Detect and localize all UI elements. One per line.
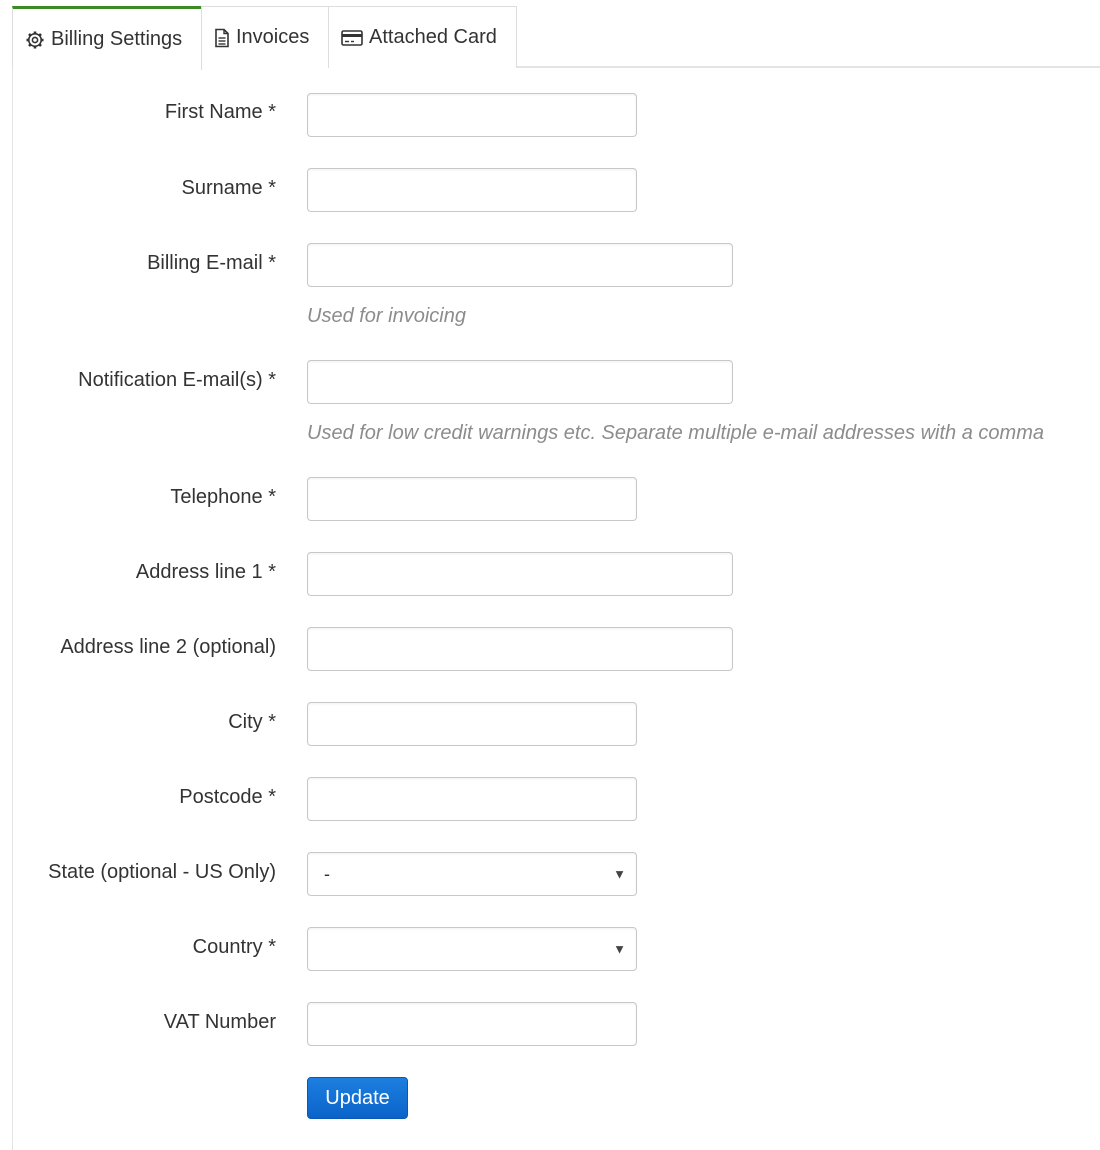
vat-number-input[interactable] [307,1002,637,1046]
telephone-input[interactable] [307,477,637,521]
state-selected-value: - [324,863,330,884]
notification-emails-help: Used for low credit warnings etc. Separa… [307,422,1044,444]
billing-email-label: Billing E-mail * [147,252,276,274]
address-line-1-input[interactable] [307,552,733,596]
postcode-label: Postcode * [179,786,276,808]
gear-icon [25,30,45,50]
address-line-1-label: Address line 1 * [135,561,276,583]
credit-card-icon [341,29,363,47]
surname-input[interactable] [307,168,637,212]
country-select[interactable]: ▼ [307,927,637,971]
tab-invoices[interactable]: Invoices [201,6,329,68]
city-input[interactable] [307,702,637,746]
notification-emails-input[interactable] [307,360,733,404]
tab-invoices-label: Invoices [236,26,310,48]
first-name-label: First Name * [164,101,276,123]
caret-down-icon: ▼ [613,941,626,957]
update-button[interactable]: Update [307,1077,408,1119]
tab-attached-card[interactable]: Attached Card [328,6,517,68]
tab-billing-settings-label: Billing Settings [51,28,183,50]
billing-email-help: Used for invoicing [307,305,466,327]
state-select[interactable]: - ▼ [307,852,637,896]
tab-attached-card-label: Attached Card [369,26,497,48]
caret-down-icon: ▼ [613,866,626,882]
first-name-input[interactable] [307,93,637,137]
tab-bar: Billing Settings Invoices Attached Card [12,6,1100,70]
country-label: Country * [192,936,276,958]
document-icon [214,28,230,48]
address-line-2-input[interactable] [307,627,733,671]
surname-label: Surname * [181,177,277,199]
billing-settings-form: First Name * Surname * Billing E-mail * … [12,68,1100,1150]
vat-number-label: VAT Number [163,1011,276,1033]
tab-billing-settings[interactable]: Billing Settings [12,6,202,70]
city-label: City * [228,711,276,733]
state-label: State (optional - US Only) [48,861,276,883]
billing-email-input[interactable] [307,243,733,287]
telephone-label: Telephone * [170,486,276,508]
address-line-2-label: Address line 2 (optional) [60,636,276,658]
postcode-input[interactable] [307,777,637,821]
notification-emails-label: Notification E-mail(s) * [78,369,276,391]
